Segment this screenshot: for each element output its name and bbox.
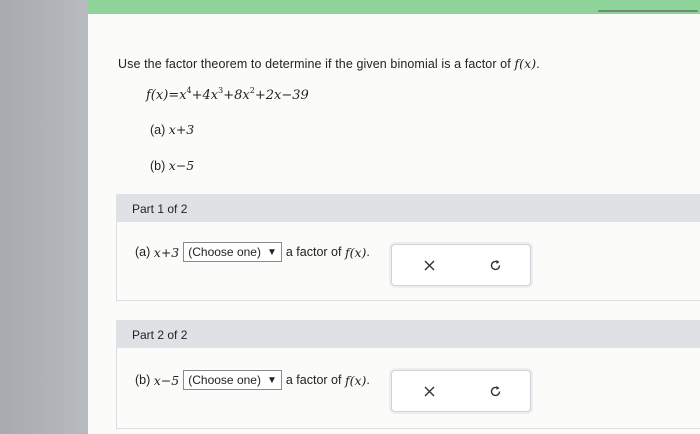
part-2-end: . [366, 373, 370, 387]
part-1-dropdown[interactable]: (Choose one) ▼ [183, 242, 282, 262]
part-1-body: (a) x+3 (Choose one) ▼ a factor of f(x). [116, 222, 700, 301]
part-2-dropdown[interactable]: (Choose one) ▼ [183, 370, 282, 390]
question-page: Use the factor theorem to determine if t… [88, 14, 700, 434]
part-2-func: f(x) [344, 372, 367, 388]
part-1-action-box [391, 244, 531, 286]
close-icon[interactable] [420, 256, 438, 274]
part-2-answer-row: (b) x−5 (Choose one) ▼ a factor of f(x). [135, 370, 370, 390]
choice-a-expr: x+3 [168, 122, 195, 137]
part-1-header: Part 1 of 2 [116, 194, 700, 222]
header-divider [598, 10, 698, 12]
question-suffix: . [536, 57, 540, 71]
polynomial-formula: f(x)=x4+4x3+8x2+2x−39 [146, 86, 309, 103]
top-header-bar [88, 0, 700, 14]
part-2-expr: x−5 [153, 372, 180, 388]
part-1-suffix: a factor of [285, 245, 342, 259]
part-2-suffix: a factor of [285, 373, 342, 387]
part-2-header: Part 2 of 2 [116, 320, 700, 348]
redo-icon[interactable] [486, 256, 504, 274]
formula-term-4: +2x−39 [254, 88, 309, 103]
left-margin [0, 0, 88, 434]
formula-term-1: x [179, 88, 187, 103]
part-1-label: (a) [135, 245, 151, 259]
part-1-expr: x+3 [153, 244, 180, 260]
part-2-label: (b) [135, 373, 151, 387]
formula-equals: = [168, 88, 180, 103]
redo-icon[interactable] [486, 382, 504, 400]
question-text: Use the factor theorem to determine if t… [118, 56, 540, 71]
part-1-func: f(x) [344, 244, 367, 260]
part-1-title: Part 1 of 2 [132, 202, 188, 216]
part-2-title: Part 2 of 2 [132, 328, 188, 342]
part-2-dropdown-value: (Choose one) [188, 373, 261, 387]
choice-b: (b) x−5 [150, 158, 194, 173]
close-icon[interactable] [420, 382, 438, 400]
dropdown-arrow-icon: ▼ [266, 374, 277, 386]
part-1-end: . [366, 245, 370, 259]
formula-lhs: f(x) [146, 88, 169, 103]
formula-term-2: +4x [191, 88, 219, 103]
question-prefix: Use the factor theorem to determine if t… [118, 57, 511, 71]
part-2-action-box [391, 370, 531, 412]
formula-term-3: +8x [223, 88, 250, 103]
part-2-body: (b) x−5 (Choose one) ▼ a factor of f(x). [116, 348, 700, 429]
dropdown-arrow-icon: ▼ [266, 246, 277, 258]
part-1-answer-row: (a) x+3 (Choose one) ▼ a factor of f(x). [135, 242, 370, 262]
part-1-dropdown-value: (Choose one) [188, 245, 261, 259]
choice-a-label: (a) [150, 123, 166, 137]
choice-a: (a) x+3 [150, 122, 194, 137]
question-func-arg: (x) [519, 56, 537, 71]
choice-b-expr: x−5 [168, 158, 195, 173]
choice-b-label: (b) [150, 159, 166, 173]
